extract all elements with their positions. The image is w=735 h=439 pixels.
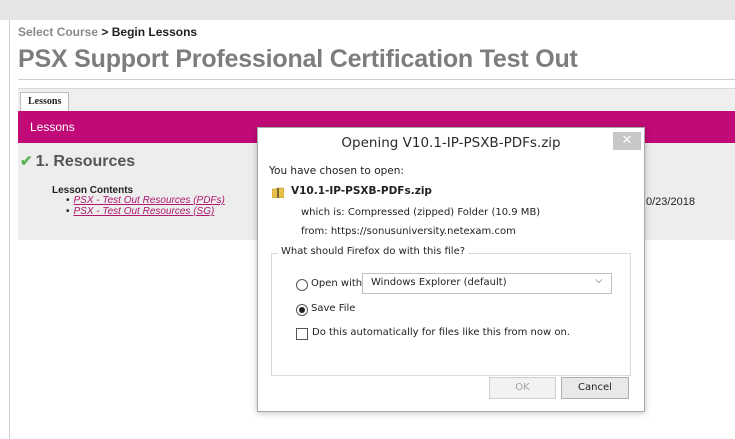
dialog-title: Opening V10.1-IP-PSXB-PDFs.zip — [341, 135, 561, 151]
file-source: from: https://sonusuniversity.netexam.co… — [301, 226, 516, 237]
ok-button[interactable]: OK — [489, 377, 556, 399]
close-button[interactable]: ✕ — [613, 132, 641, 150]
lesson-list: • PSX - Test Out Resources (PDFs) • PSX - … — [66, 195, 225, 217]
radio-selected-dot — [299, 307, 305, 313]
bullet-icon: • — [66, 206, 70, 217]
left-border — [9, 20, 10, 439]
open-with-label[interactable]: Open with — [311, 278, 362, 289]
lesson-date: 0/23/2018 — [646, 196, 695, 208]
auto-checkbox-label[interactable]: Do this automatically for files like thi… — [312, 327, 570, 338]
open-with-select[interactable]: Windows Explorer (default) ⌵ — [362, 273, 612, 294]
open-with-value: Windows Explorer (default) — [371, 277, 507, 288]
auto-checkbox[interactable] — [296, 328, 308, 340]
lesson-link-pdfs[interactable]: PSX - Test Out Resources (PDFs) — [74, 195, 225, 206]
zip-folder-icon — [272, 187, 284, 198]
section-header-label: Lessons — [30, 120, 75, 134]
save-file-radio[interactable] — [296, 304, 308, 316]
list-item: • PSX - Test Out Resources (SG) — [66, 206, 225, 217]
action-group-label: What should Firefox do with this file? — [278, 246, 469, 257]
bullet-icon: • — [66, 195, 70, 206]
breadcrumb-current: Begin Lessons — [111, 25, 198, 39]
page-title: PSX Support Professional Certification T… — [18, 45, 578, 73]
download-dialog: Opening V10.1-IP-PSXB-PDFs.zip ✕ You hav… — [257, 127, 645, 412]
browser-top-bar — [0, 0, 735, 20]
lesson-link-sg[interactable]: PSX - Test Out Resources (SG) — [74, 206, 215, 217]
breadcrumb: Select Course > Begin Lessons — [18, 25, 197, 39]
resource-title: ✔ 1. Resources — [20, 152, 135, 171]
open-with-radio[interactable] — [296, 279, 308, 291]
file-name: V10.1-IP-PSXB-PDFs.zip — [291, 185, 432, 197]
breadcrumb-separator: > — [98, 25, 112, 39]
resource-title-text: 1. Resources — [35, 153, 136, 170]
action-groupbox — [271, 253, 631, 376]
tab-strip: Lessons — [18, 88, 735, 111]
title-divider — [18, 79, 735, 80]
checkmark-icon: ✔ — [20, 153, 33, 170]
chosen-text: You have chosen to open: — [269, 165, 404, 177]
breadcrumb-select-course[interactable]: Select Course — [18, 25, 98, 39]
tab-lessons[interactable]: Lessons — [20, 92, 70, 111]
list-item: • PSX - Test Out Resources (PDFs) — [66, 195, 225, 206]
save-file-label[interactable]: Save File — [311, 303, 355, 314]
close-icon: ✕ — [621, 133, 633, 148]
chevron-down-icon: ⌵ — [595, 275, 603, 286]
cancel-button[interactable]: Cancel — [561, 377, 629, 399]
file-type: which is: Compressed (zipped) Folder (10… — [301, 207, 541, 218]
